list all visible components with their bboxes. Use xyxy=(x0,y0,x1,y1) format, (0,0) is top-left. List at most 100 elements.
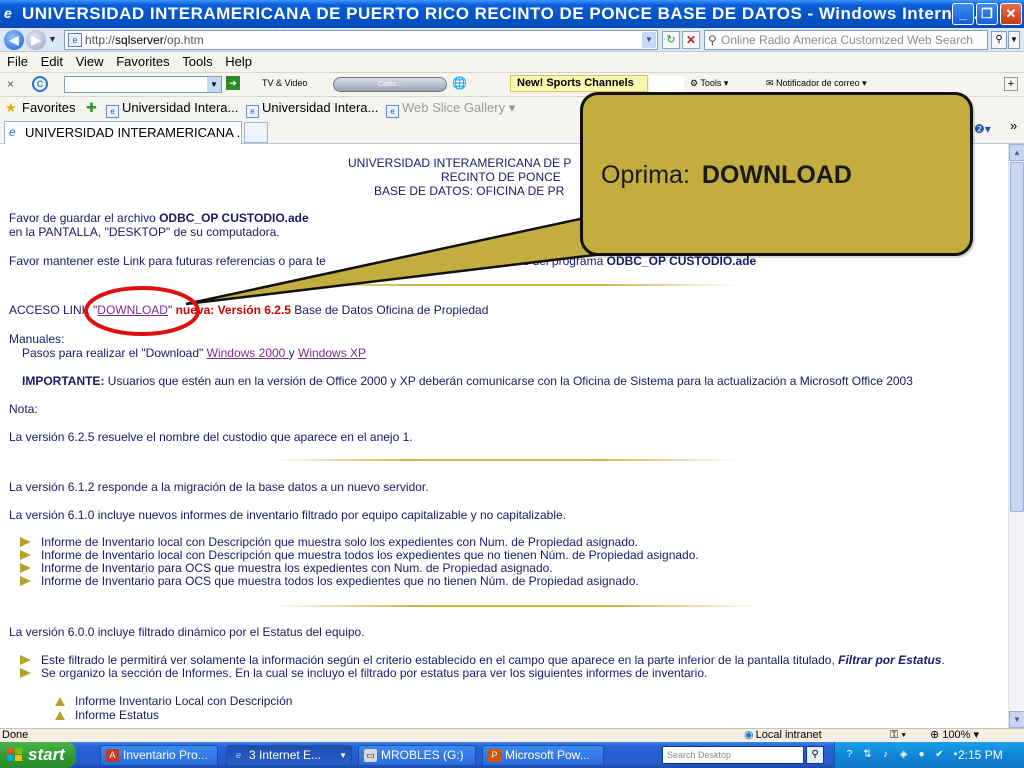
status-tray-icon[interactable]: ● xyxy=(915,748,928,761)
scroll-up-icon[interactable]: ▲ xyxy=(1009,144,1024,161)
zoom-level: 100% xyxy=(942,729,971,741)
search-go-button[interactable]: ⚲ xyxy=(991,31,1007,49)
search-options-dropdown[interactable]: ▼ xyxy=(1008,31,1020,49)
menu-view[interactable]: View xyxy=(76,54,104,69)
url-input[interactable]: e http://sqlserver/op.htm ▼ xyxy=(64,30,658,50)
keep-suffix: as nuevas versiones del programa xyxy=(419,254,607,268)
web-search-input[interactable]: ⚲ Online Radio America Customized Web Se… xyxy=(704,30,988,50)
web-slice-gallery-link[interactable]: e Web Slice Gallery ▾ xyxy=(386,97,515,119)
list-item: Informe Estatus xyxy=(55,708,159,722)
toolbar-tools-button[interactable]: ⚙ Tools ▾ xyxy=(690,78,728,89)
help-icon[interactable]: ❷▾ xyxy=(974,122,991,136)
ie-icon: e xyxy=(9,125,16,139)
history-dropdown-icon[interactable]: ▼ xyxy=(48,34,57,44)
sports-channels-button[interactable]: New! Sports Channels xyxy=(510,75,648,92)
save-prefix: Favor de guardar el archivo xyxy=(9,211,160,225)
start-button[interactable]: start xyxy=(0,742,76,768)
security-tray-icon[interactable]: ◈ xyxy=(897,748,910,761)
toolbar-search-input[interactable]: ▼ xyxy=(64,76,222,93)
help-tray-icon[interactable]: ? xyxy=(843,748,856,761)
list-item: Informe de Inventario para OCS que muest… xyxy=(20,561,553,575)
globe-icon[interactable]: 🌐 xyxy=(452,76,467,90)
toolbar-blank-field xyxy=(650,76,684,92)
favorite-link-1[interactable]: e Universidad Intera... xyxy=(106,97,238,119)
desktop-search-input[interactable]: Search Desktop xyxy=(662,746,804,764)
sub-item-2: Informe Estatus xyxy=(75,708,160,722)
radio-player[interactable]: Calito... xyxy=(333,77,447,92)
forward-button[interactable]: ▶ xyxy=(26,30,46,50)
sub-bullet-icon xyxy=(55,697,65,706)
address-bar: ◀ ▶ ▼ e http://sqlserver/op.htm ▼ ↻ ✕ ⚲ … xyxy=(0,28,1024,52)
menu-edit[interactable]: Edit xyxy=(41,54,63,69)
bullet-arrow-icon xyxy=(20,550,31,560)
desktop-search-button[interactable]: ⚲ xyxy=(806,746,824,764)
toolbar-go-icon[interactable]: ➜ xyxy=(226,76,240,90)
favorites-star-icon[interactable]: ★ xyxy=(5,97,17,119)
protected-mode-icon[interactable]: ⚿ ▾ xyxy=(890,729,906,742)
sub-bullet-icon xyxy=(55,711,65,720)
mail-icon: ✉ xyxy=(766,78,777,88)
note-600: La versión 6.0.0 incluye filtrado dinámi… xyxy=(9,625,365,639)
favorite-link-2-label: Universidad Intera... xyxy=(262,100,379,115)
web-search-placeholder: Online Radio America Customized Web Sear… xyxy=(721,33,973,47)
new-version-label: nueva: Versión 6.2.5 xyxy=(175,303,291,317)
favorites-button[interactable]: Favorites xyxy=(22,97,75,119)
scroll-thumb[interactable] xyxy=(1010,162,1024,512)
note-label: Nota: xyxy=(9,402,38,416)
more-tools-chevron-icon[interactable]: » xyxy=(1010,118,1017,133)
title-bar[interactable]: e UNIVERSIDAD INTERAMERICANA DE PUERTO R… xyxy=(0,0,1024,28)
taskbar-item-drive[interactable]: ▭ MROBLES (G:) xyxy=(358,745,476,766)
powerpoint-icon: P xyxy=(488,749,501,762)
windows-2000-link[interactable]: Windows 2000 xyxy=(207,346,289,360)
favorite-link-2[interactable]: e Universidad Intera... xyxy=(246,97,378,119)
taskbar-item-inventario[interactable]: A Inventario Pro... xyxy=(100,745,218,766)
important-text: Usuarios que estén aun en la versión de … xyxy=(104,374,913,388)
divider xyxy=(270,284,740,286)
menu-tools[interactable]: Tools xyxy=(182,54,212,69)
vertical-scrollbar[interactable]: ▲ ▼ xyxy=(1008,144,1024,728)
minimize-button[interactable]: _ xyxy=(952,3,974,25)
network-tray-icon[interactable]: ⇅ xyxy=(861,748,874,761)
new-tab-button[interactable] xyxy=(244,122,268,143)
tab-current[interactable]: e UNIVERSIDAD INTERAMERICANA ... xyxy=(4,121,242,144)
url-dropdown-icon[interactable]: ▼ xyxy=(642,32,656,48)
mail-notifier-button[interactable]: ✉ Notificador de correo ▾ xyxy=(766,78,867,89)
download-link[interactable]: DOWNLOAD xyxy=(97,303,168,317)
access-icon: A xyxy=(106,749,119,762)
list-item: Informe de Inventario para OCS que muest… xyxy=(20,574,639,588)
volume-tray-icon[interactable]: ♪ xyxy=(879,748,892,761)
important-notice: IMPORTANTE: Usuarios que estén aun en la… xyxy=(22,374,913,388)
toolbar-search-dropdown-icon[interactable]: ▼ xyxy=(207,77,221,92)
save-filename: ODBC_OP CUSTODIO.ade xyxy=(159,211,309,225)
bullet-600-1-suffix: . xyxy=(941,653,945,667)
divider xyxy=(270,459,740,461)
access-mid: " xyxy=(167,303,176,317)
back-button[interactable]: ◀ xyxy=(4,30,24,50)
bullet-arrow-icon xyxy=(20,537,31,547)
taskbar-item-powerpoint[interactable]: P Microsoft Pow... xyxy=(482,745,604,766)
bullet-600-2: Se organizo la sección de Informes. En l… xyxy=(41,666,708,680)
menu-favorites[interactable]: Favorites xyxy=(116,54,169,69)
url-prefix: http:// xyxy=(85,33,116,47)
manuals-label: Manuales: xyxy=(9,332,65,346)
tools-gear-icon: ⚙ xyxy=(690,78,701,88)
taskbar-item-internet-explorer[interactable]: e 3 Internet E... ▼ xyxy=(226,745,352,766)
restore-button[interactable]: ❐ xyxy=(976,3,998,25)
add-favorite-icon[interactable]: ✚ xyxy=(86,97,97,119)
refresh-button[interactable]: ↻ xyxy=(662,31,680,49)
close-toolbar-icon[interactable]: × xyxy=(7,77,14,91)
menu-help[interactable]: Help xyxy=(225,54,252,69)
menu-file[interactable]: File xyxy=(7,54,28,69)
zoom-control[interactable]: ⊕ 100% ▾ xyxy=(930,729,979,742)
ie-icon: e xyxy=(4,5,12,21)
stop-button[interactable]: ✕ xyxy=(682,31,700,49)
shield-tray-icon[interactable]: ✔ xyxy=(933,748,946,761)
bullet-610-1: Informe de Inventario local con Descripc… xyxy=(41,535,639,549)
scroll-down-icon[interactable]: ▼ xyxy=(1009,711,1024,728)
list-item: Se organizo la sección de Informes. En l… xyxy=(20,666,707,680)
toolbar-logo-icon[interactable]: C xyxy=(32,76,48,92)
close-button[interactable]: ✕ xyxy=(1000,3,1022,25)
tv-video-button[interactable]: TV & Video xyxy=(262,78,307,88)
toolbar-add-icon[interactable]: + xyxy=(1004,77,1018,91)
windows-xp-link[interactable]: Windows XP xyxy=(298,346,366,360)
